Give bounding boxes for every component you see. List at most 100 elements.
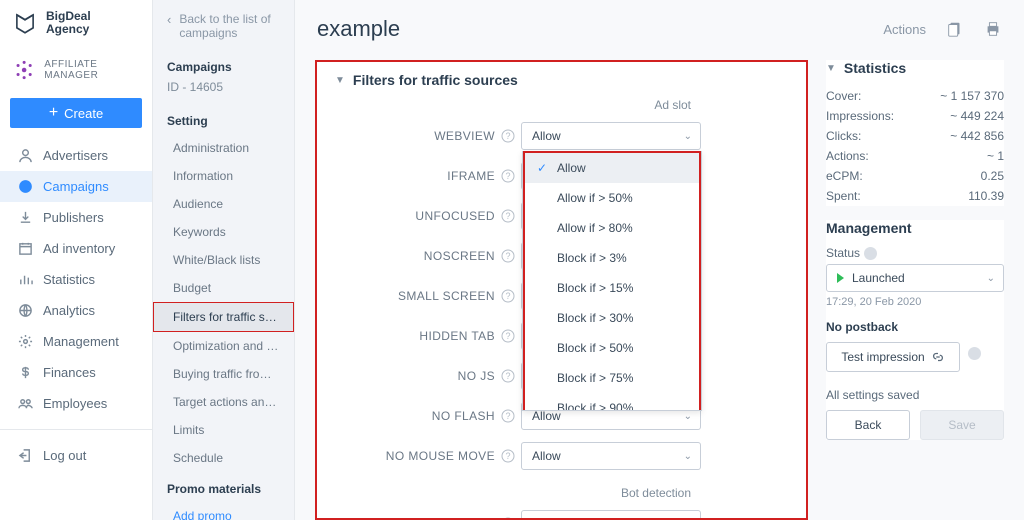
gear-icon	[18, 334, 33, 349]
section-bot-detection: Bot detection	[335, 482, 691, 510]
dropdown-option[interactable]: ✓Allow	[525, 153, 699, 183]
subnav-item[interactable]: Keywords	[153, 218, 294, 246]
nav-item-campaigns[interactable]: Campaigns	[0, 171, 152, 202]
status-select[interactable]: Launched ⌄	[826, 264, 1004, 292]
subnav-item[interactable]: Budget	[153, 274, 294, 302]
nav-item-employees[interactable]: Employees	[0, 388, 152, 419]
help-icon[interactable]: ?	[501, 289, 515, 303]
stat-value: 110.39	[968, 189, 1004, 203]
nav-item-statistics[interactable]: Statistics	[0, 264, 152, 295]
filter-select[interactable]: Allow⌄	[521, 510, 701, 520]
page-title: example	[317, 16, 400, 42]
select-value: Allow	[532, 129, 561, 143]
check-icon: ✓	[537, 161, 549, 175]
chevron-down-icon: ⌄	[987, 273, 995, 284]
help-icon[interactable]: ?	[501, 249, 515, 263]
test-impression-button[interactable]: Test impression	[826, 342, 960, 372]
chevron-down-icon: ⌄	[684, 451, 692, 462]
filter-label: NOSCREEN	[335, 249, 495, 263]
filter-label: NO JS	[335, 369, 495, 383]
dropdown: ✓Allow✓Allow if > 50%✓Allow if > 80%✓Blo…	[522, 151, 702, 411]
info-icon[interactable]	[864, 247, 877, 260]
subnav-group[interactable]: Promo materials	[153, 472, 294, 502]
subnav-item[interactable]: Information	[153, 162, 294, 190]
nav-label: Advertisers	[43, 148, 108, 163]
download-icon	[18, 210, 33, 225]
print-icon[interactable]	[984, 20, 1002, 38]
stat-row: Cover:~ 1 157 370	[826, 86, 1004, 106]
create-button[interactable]: +Create	[10, 98, 142, 128]
stat-key: Clicks:	[826, 129, 861, 143]
logout-label: Log out	[43, 448, 86, 463]
brand-logo-icon	[12, 10, 38, 36]
filter-select[interactable]: Allow⌄✓Allow✓Allow if > 50%✓Allow if > 8…	[521, 122, 701, 150]
collapse-icon[interactable]: ▼	[826, 63, 836, 74]
subnav-item[interactable]: Limits	[153, 416, 294, 444]
right-column: ▼Statistics Cover:~ 1 157 370Impressions…	[826, 60, 1004, 520]
subnav-item[interactable]: Filters for traffic sour...	[153, 302, 294, 332]
nav-label: Management	[43, 334, 119, 349]
help-icon[interactable]: ?	[501, 209, 515, 223]
dropdown-option[interactable]: ✓Block if > 75%	[525, 363, 699, 393]
brand-sub: Agency	[46, 22, 89, 36]
panel-title[interactable]: ▼ Filters for traffic sources	[335, 72, 788, 94]
nav-label: Campaigns	[43, 179, 109, 194]
no-postback-label: No postback	[826, 320, 1004, 334]
subnav-item[interactable]: Buying traffic from S...	[153, 360, 294, 388]
nav-item-analytics[interactable]: Analytics	[0, 295, 152, 326]
copy-icon[interactable]	[946, 20, 964, 38]
dropdown-option[interactable]: ✓Allow if > 50%	[525, 183, 699, 213]
select-value: Allow	[532, 409, 561, 423]
help-icon[interactable]: ?	[501, 329, 515, 343]
dropdown-option[interactable]: ✓Block if > 50%	[525, 333, 699, 363]
plus-icon: +	[49, 105, 58, 121]
dropdown-option[interactable]: ✓Block if > 15%	[525, 273, 699, 303]
user-icon	[18, 148, 33, 163]
help-icon[interactable]: ?	[501, 449, 515, 463]
status-value: Launched	[852, 271, 905, 285]
help-icon[interactable]: ?	[501, 409, 515, 423]
brand: BigDealAgency	[0, 0, 152, 50]
stat-value: ~ 442 856	[950, 129, 1004, 143]
subnav-item[interactable]: Schedule	[153, 444, 294, 472]
nav-item-advertisers[interactable]: Advertisers	[0, 140, 152, 171]
dropdown-option[interactable]: ✓Allow if > 80%	[525, 213, 699, 243]
save-button: Save	[920, 410, 1004, 440]
status-label: Status	[826, 246, 860, 260]
info-icon[interactable]	[968, 347, 981, 360]
subnav-item[interactable]: Target actions and re...	[153, 388, 294, 416]
subnav-item[interactable]: Administration	[153, 134, 294, 162]
nav-item-publishers[interactable]: Publishers	[0, 202, 152, 233]
filter-label: NO MOUSE MOVE	[335, 449, 495, 463]
campaign-subnav: ‹ Back to the list of campaigns Campaign…	[153, 0, 295, 520]
subnav-group[interactable]: Setting	[153, 104, 294, 134]
filter-select[interactable]: Allow⌄	[521, 442, 701, 470]
brand-name: BigDeal	[46, 9, 91, 23]
stat-key: Spent:	[826, 189, 861, 203]
option-label: Block if > 30%	[557, 311, 633, 325]
nav-item-logout[interactable]: Log out	[0, 440, 152, 471]
dropdown-option[interactable]: ✓Block if > 3%	[525, 243, 699, 273]
nav-item-management[interactable]: Management	[0, 326, 152, 357]
help-icon[interactable]: ?	[501, 129, 515, 143]
stat-key: Cover:	[826, 89, 861, 103]
dropdown-option[interactable]: ✓Block if > 90%	[525, 393, 699, 411]
help-icon[interactable]: ?	[501, 169, 515, 183]
actions-menu[interactable]: Actions	[883, 22, 926, 37]
back-to-campaigns[interactable]: ‹ Back to the list of campaigns	[153, 0, 294, 50]
subnav-item[interactable]: Add promo	[153, 502, 294, 520]
subnav-item[interactable]: Optimization and rules	[153, 332, 294, 360]
help-icon[interactable]: ?	[501, 369, 515, 383]
back-label: Back to the list of campaigns	[179, 12, 282, 40]
dropdown-option[interactable]: ✓Block if > 30%	[525, 303, 699, 333]
subnav-item[interactable]: White/Black lists	[153, 246, 294, 274]
option-label: Block if > 75%	[557, 371, 633, 385]
stat-row: eCPM:0.25	[826, 166, 1004, 186]
management-card: Management Status Launched ⌄ 17:29, 20 F…	[826, 220, 1004, 440]
back-button[interactable]: Back	[826, 410, 910, 440]
dollar-icon	[18, 365, 33, 380]
nav-item-adinventory[interactable]: Ad inventory	[0, 233, 152, 264]
nav-label: Ad inventory	[43, 241, 115, 256]
nav-item-finances[interactable]: Finances	[0, 357, 152, 388]
subnav-item[interactable]: Audience	[153, 190, 294, 218]
